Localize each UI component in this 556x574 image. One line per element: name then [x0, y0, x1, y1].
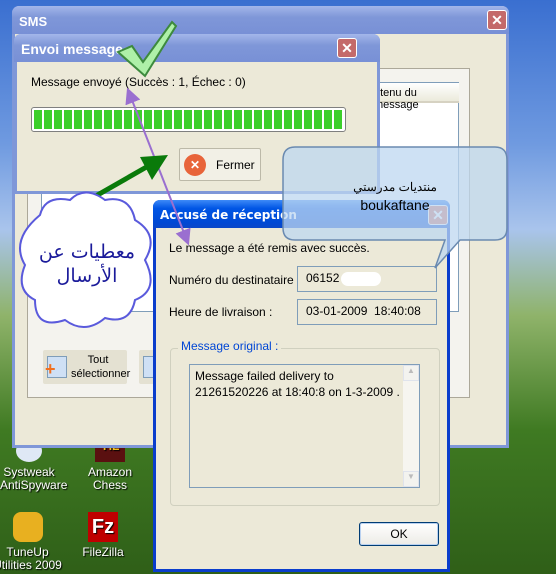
- cloud-text: معطيات عن الأرسال: [38, 241, 136, 287]
- bubble-text-arabic: منتديات مدرستي: [353, 180, 437, 194]
- bubble-text-latin: boukaftane: [360, 197, 430, 213]
- checkmark-icon: [116, 20, 178, 78]
